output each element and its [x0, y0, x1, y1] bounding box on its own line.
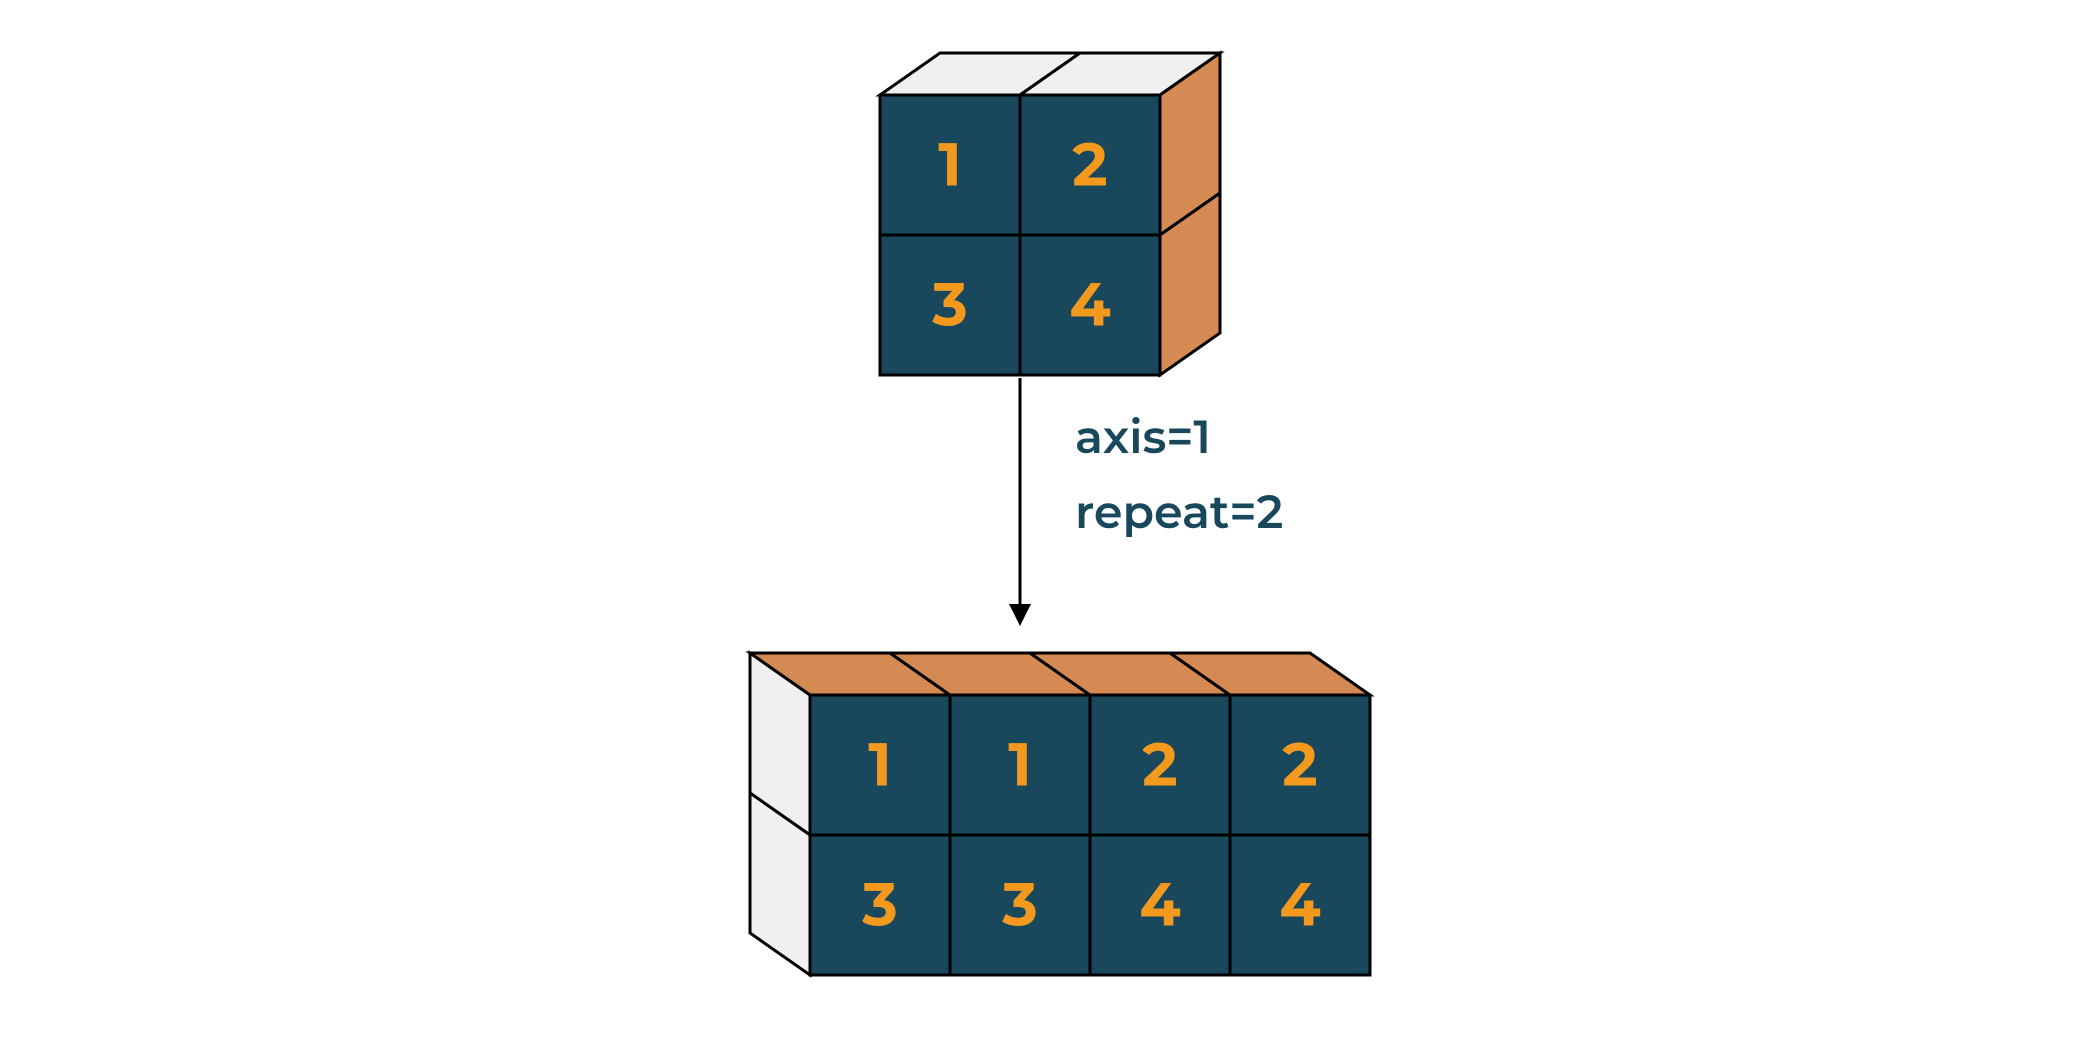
repeat-diagram: 1 2 3 4 axis=1 repeat=2 1 1 2 2 3 3 4 4: [0, 0, 2089, 1050]
result-cell-value: 3: [861, 869, 898, 942]
result-cell-value: 4: [1139, 869, 1180, 942]
source-cell-value: 3: [931, 269, 968, 342]
result-cell-value: 3: [1001, 869, 1038, 942]
source-cell-value: 4: [1069, 269, 1110, 342]
arrow-head-icon: [1009, 604, 1031, 626]
result-cell-value: 1: [868, 729, 892, 802]
operation-axis-label: axis=1: [1075, 408, 1211, 465]
result-cell-value: 2: [1282, 729, 1317, 802]
result-cell-value: 1: [1008, 729, 1032, 802]
result-cell-value: 4: [1279, 869, 1320, 942]
operation-repeat-label: repeat=2: [1075, 483, 1283, 540]
result-cell-value: 2: [1142, 729, 1177, 802]
source-cell-value: 1: [938, 129, 962, 202]
source-cell-value: 2: [1072, 129, 1107, 202]
